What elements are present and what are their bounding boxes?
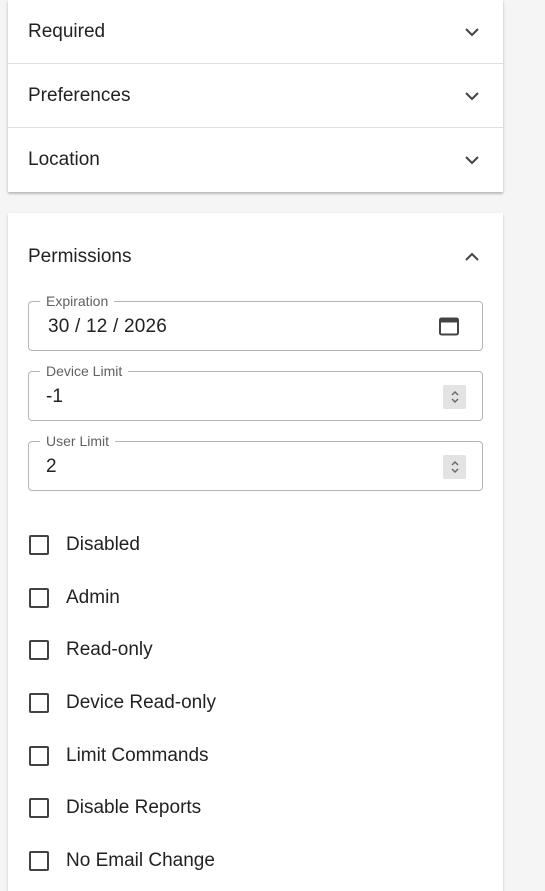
expiration-value[interactable]: 30 / 12 / 2026 xyxy=(48,316,408,338)
permissions-panel: Permissions Expiration 30 / 12 / 2026 De… xyxy=(8,213,503,891)
expiration-label: Expiration xyxy=(40,292,115,310)
permission-fields: Expiration 30 / 12 / 2026 Device Limit -… xyxy=(8,292,503,491)
user-limit-label: User Limit xyxy=(40,432,116,450)
checkbox-device-read-only[interactable] xyxy=(29,693,49,714)
checkbox-read-only[interactable] xyxy=(29,640,49,661)
checkbox-limit-commands[interactable] xyxy=(29,745,49,766)
user-limit-spinner[interactable] xyxy=(443,455,466,479)
checkbox-row-limit-commands[interactable]: Limit Commands xyxy=(28,729,483,782)
accordion-group: Required Preferences Location xyxy=(8,0,503,192)
section-permissions-header[interactable]: Permissions xyxy=(8,213,503,301)
section-required-title: Required xyxy=(28,20,106,42)
checkbox-label: Disabled xyxy=(66,534,140,556)
collapsed-sections: Required Preferences Location xyxy=(8,0,503,192)
user-limit-value[interactable]: 2 xyxy=(46,456,406,478)
checkbox-row-disable-reports[interactable]: Disable Reports xyxy=(28,782,483,835)
settings-page: Required Preferences Location Permission… xyxy=(0,0,545,891)
chevron-down-icon[interactable] xyxy=(461,149,483,171)
section-permissions-title: Permissions xyxy=(28,246,132,267)
checkbox-row-device-read-only[interactable]: Device Read-only xyxy=(28,677,483,730)
permission-checkboxes: Disabled Admin Read-only Device Read-onl… xyxy=(8,511,503,887)
section-location-title: Location xyxy=(28,149,100,170)
checkbox-label: Admin xyxy=(66,586,120,608)
chevron-down-icon[interactable] xyxy=(461,21,483,43)
chevron-up-icon[interactable] xyxy=(461,246,483,268)
checkbox-label: Device Read-only xyxy=(66,692,216,714)
checkbox-row-admin[interactable]: Admin xyxy=(28,572,483,625)
user-limit-field[interactable]: User Limit 2 xyxy=(28,432,483,491)
checkbox-label: Read-only xyxy=(66,639,153,661)
checkbox-disable-reports[interactable] xyxy=(29,798,49,819)
checkbox-label: No Email Change xyxy=(66,849,215,871)
section-location-header[interactable]: Location xyxy=(8,128,503,192)
section-preferences-header[interactable]: Preferences xyxy=(8,64,503,128)
device-limit-spinner[interactable] xyxy=(443,385,466,409)
checkbox-row-read-only[interactable]: Read-only xyxy=(28,624,483,677)
calendar-icon[interactable] xyxy=(438,315,460,337)
checkbox-admin[interactable] xyxy=(29,587,49,608)
checkbox-row-disabled[interactable]: Disabled xyxy=(28,519,483,572)
device-limit-field[interactable]: Device Limit -1 xyxy=(28,362,483,421)
expiration-field[interactable]: Expiration 30 / 12 / 2026 xyxy=(28,292,483,351)
checkbox-label: Disable Reports xyxy=(66,797,202,819)
chevron-down-icon[interactable] xyxy=(461,85,483,107)
device-limit-value[interactable]: -1 xyxy=(46,386,406,408)
section-required-header[interactable]: Required xyxy=(8,0,503,64)
checkbox-label: Limit Commands xyxy=(66,744,209,766)
device-limit-label: Device Limit xyxy=(40,362,129,380)
section-preferences-title: Preferences xyxy=(28,84,131,106)
checkbox-no-email-change[interactable] xyxy=(29,850,49,871)
checkbox-disabled[interactable] xyxy=(29,535,49,556)
checkbox-row-no-email-change[interactable]: No Email Change xyxy=(28,835,483,888)
